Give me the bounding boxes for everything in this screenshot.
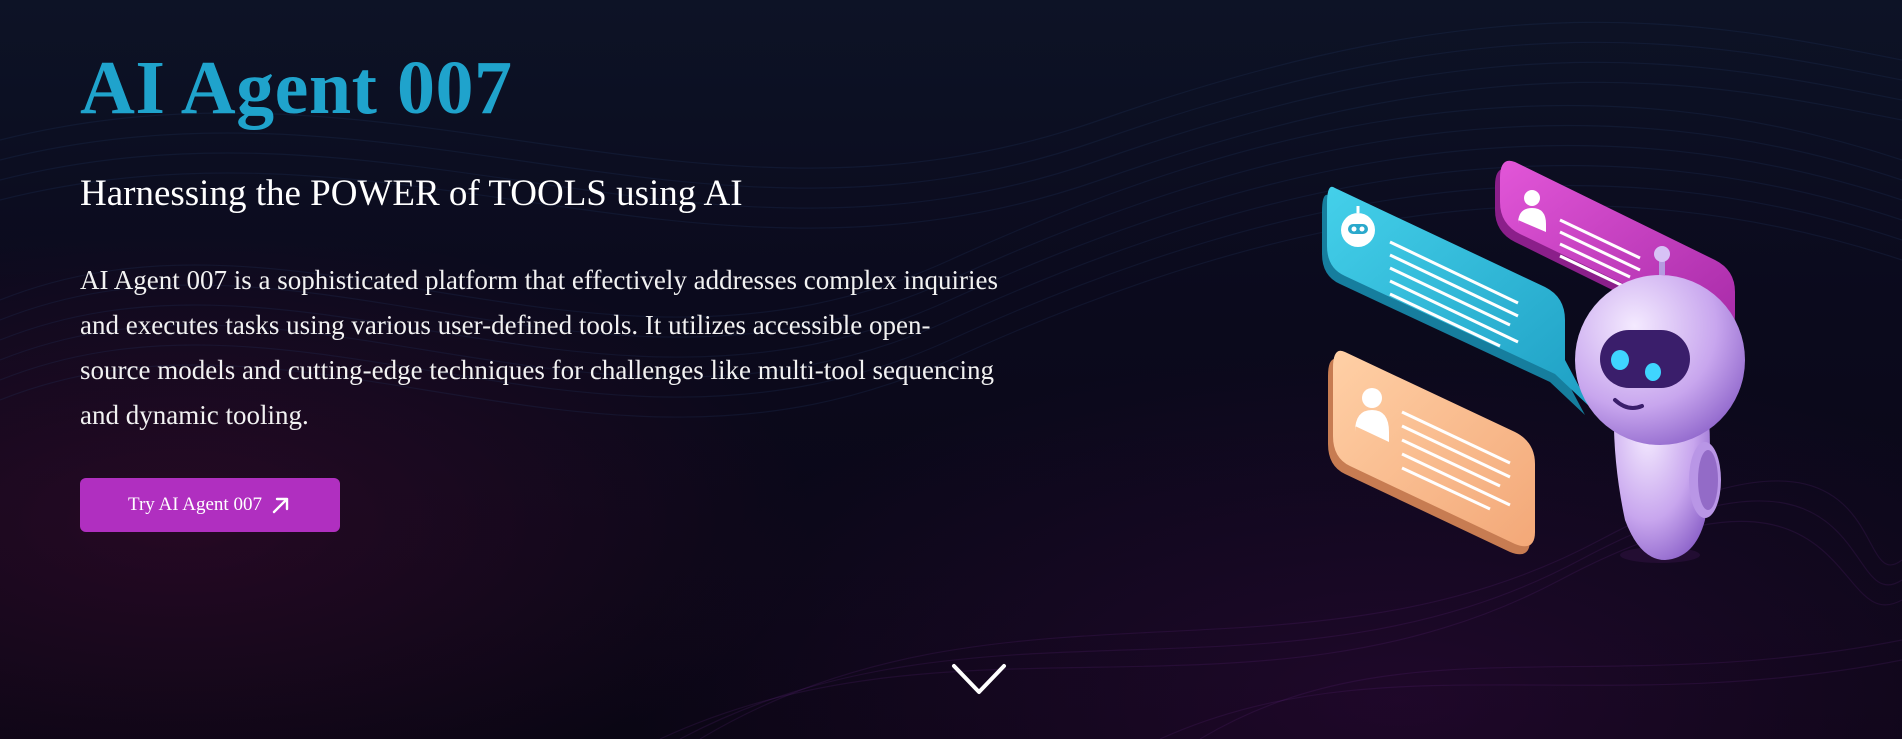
orange-chat-bubble [1328,350,1535,555]
arrow-up-right-icon [270,494,292,516]
chevron-down-icon [952,664,1006,694]
page-title: AI Agent 007 [80,46,513,130]
hero-description: AI Agent 007 is a sophisticated platform… [80,265,999,430]
scroll-down-button[interactable] [950,660,1008,700]
hero-subtitle: Harnessing the POWER of TOOLS using AI [80,173,743,214]
try-ai-agent-button-label: Try AI Agent 007 [128,494,262,515]
try-ai-agent-button[interactable]: Try AI Agent 007 [80,478,340,532]
robot-chat-illustration [1322,160,1745,563]
hero-section: AI Agent 007 Harnessing the POWER of TOO… [0,0,1902,739]
